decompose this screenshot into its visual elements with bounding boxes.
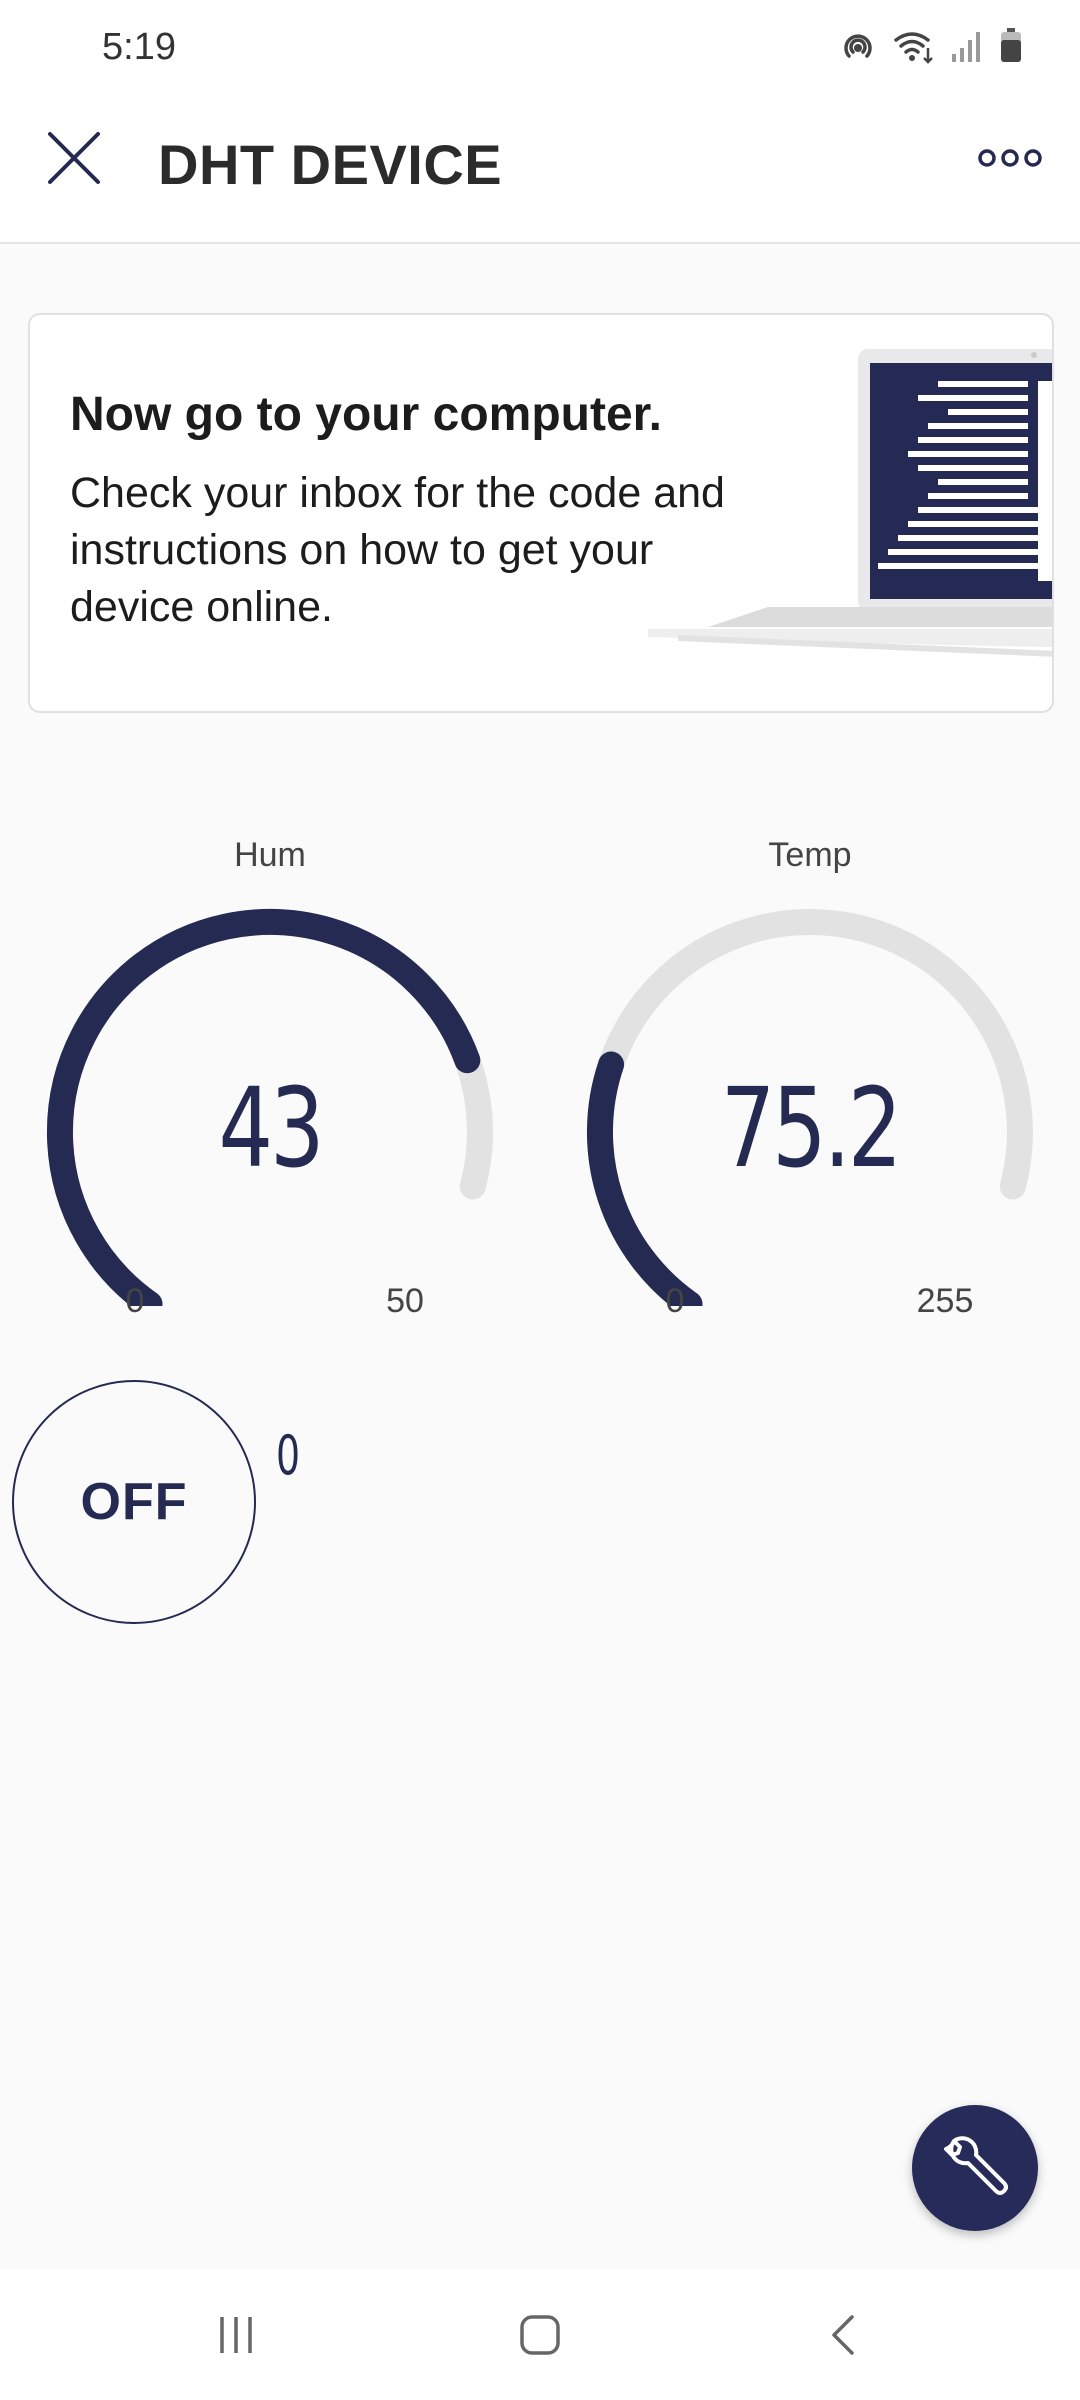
- status-time: 5:19: [102, 26, 176, 68]
- temperature-gauge: Temp 75.2 0 255: [570, 836, 1050, 1336]
- temperature-gauge-min: 0: [665, 1282, 685, 1320]
- wifi-icon: [892, 26, 936, 71]
- more-options-button[interactable]: [970, 128, 1050, 188]
- hotspot-icon: [838, 26, 878, 71]
- setup-promo-card[interactable]: Now go to your computer. Check your inbo…: [28, 313, 1054, 713]
- battery-icon: [998, 26, 1024, 71]
- recent-apps-button[interactable]: [196, 2300, 276, 2370]
- laptop-illustration: [648, 349, 1052, 657]
- wrench-icon: [944, 2136, 1008, 2195]
- humidity-gauge-max: 50: [386, 1282, 424, 1320]
- back-icon: [832, 2315, 854, 2355]
- status-bar: 5:19: [0, 0, 1080, 96]
- status-icons: [838, 26, 1024, 71]
- humidity-gauge-label: Hum: [234, 836, 306, 874]
- promo-title: Now go to your computer.: [70, 388, 663, 441]
- humidity-gauge-value: 43: [218, 1064, 325, 1192]
- close-button[interactable]: [38, 122, 110, 194]
- switch-value: 0: [276, 1424, 301, 1487]
- home-button[interactable]: [500, 2300, 580, 2370]
- humidity-gauge: Hum 43 0 50: [30, 836, 510, 1336]
- app-bar: DHT DEVICE: [0, 96, 1080, 244]
- recent-apps-icon: [220, 2317, 252, 2353]
- temperature-gauge-max: 255: [916, 1282, 974, 1320]
- back-button[interactable]: [804, 2300, 884, 2370]
- humidity-gauge-min: 0: [125, 1282, 145, 1320]
- signal-icon: [950, 26, 984, 71]
- more-horizontal-icon: [978, 149, 1042, 167]
- edit-dashboard-button[interactable]: [912, 2105, 1038, 2231]
- close-icon: [48, 132, 100, 184]
- page-title: DHT DEVICE: [158, 133, 503, 196]
- temperature-gauge-value: 75.2: [720, 1064, 903, 1192]
- system-nav-bar: [0, 2270, 1080, 2400]
- home-icon: [520, 2315, 560, 2355]
- temperature-gauge-label: Temp: [768, 836, 852, 874]
- power-switch-button[interactable]: OFF: [12, 1380, 256, 1624]
